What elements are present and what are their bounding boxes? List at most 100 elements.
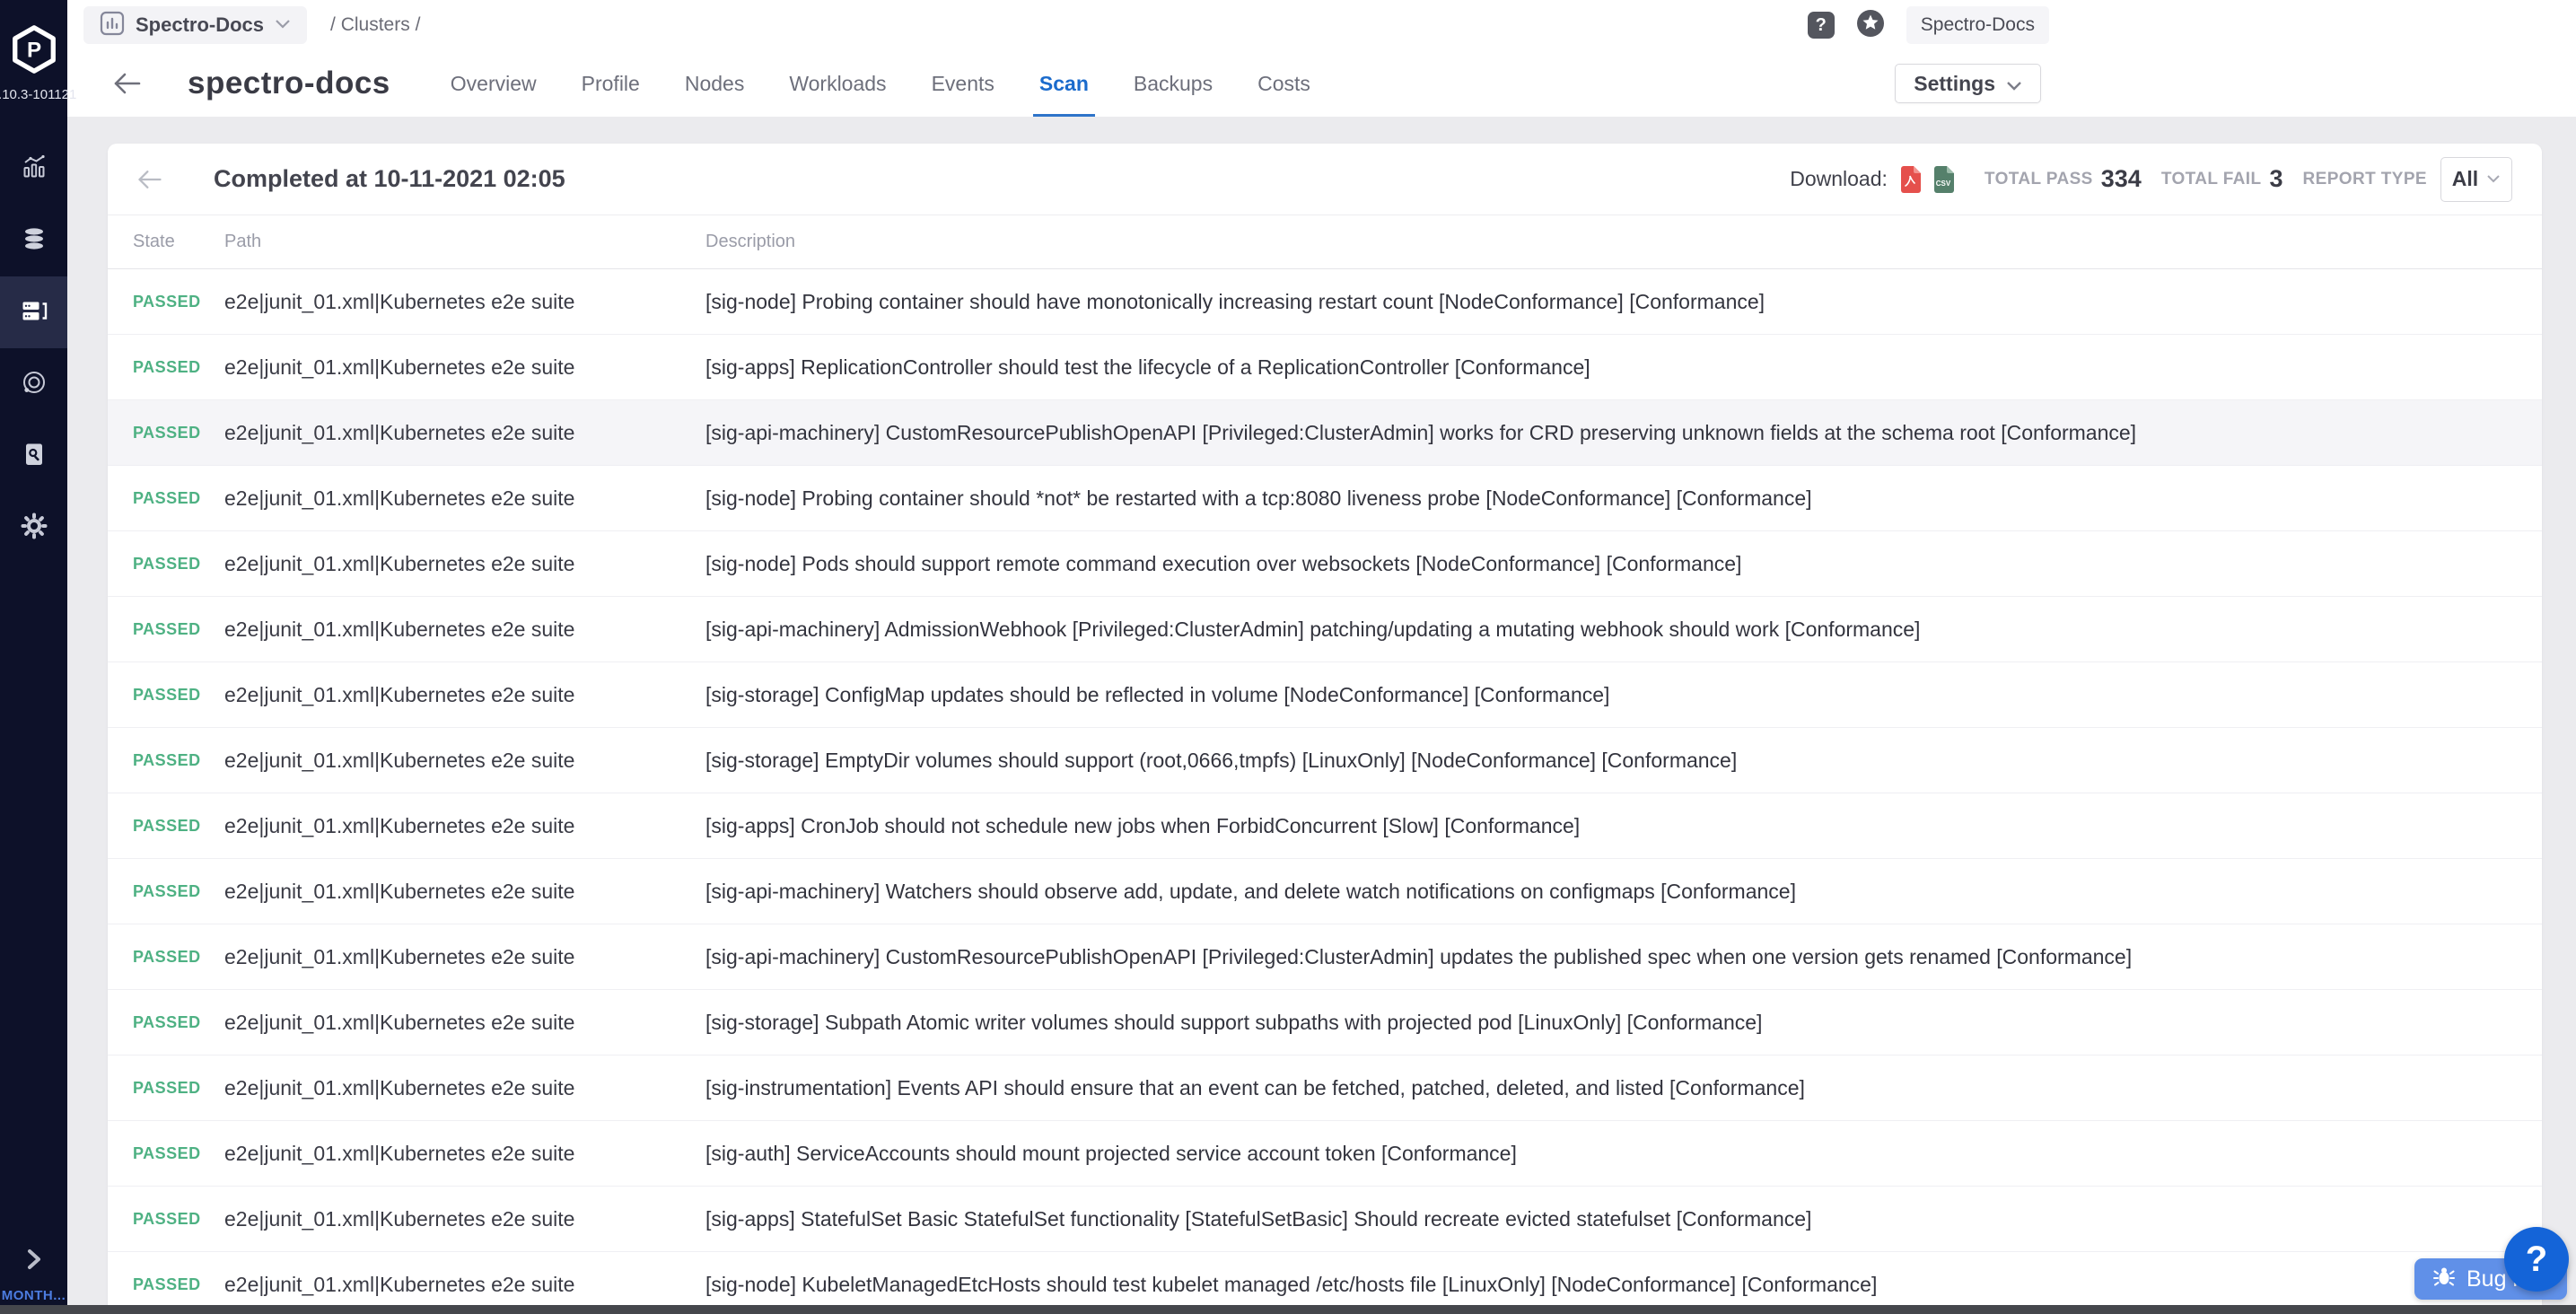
table-row[interactable]: PASSED e2e|junit_01.xml|Kubernetes e2e s…	[108, 335, 2542, 400]
description-cell: [sig-node] Probing container should *not…	[705, 486, 2542, 511]
download-label: Download:	[1790, 167, 1888, 191]
table-row[interactable]: PASSED e2e|junit_01.xml|Kubernetes e2e s…	[108, 728, 2542, 793]
sidebar-expand-chevron-icon[interactable]	[0, 1248, 67, 1275]
orbit-icon	[21, 369, 48, 400]
sidebar-item-profiles[interactable]	[0, 205, 67, 276]
sidebar: P 1.10.3-101121	[0, 0, 67, 1314]
col-state: State	[133, 232, 224, 252]
path-cell: e2e|junit_01.xml|Kubernetes e2e suite	[224, 290, 705, 314]
sidebar-item-workspaces[interactable]	[0, 348, 67, 420]
table-row[interactable]: PASSED e2e|junit_01.xml|Kubernetes e2e s…	[108, 400, 2542, 466]
back-arrow-icon[interactable]	[112, 72, 143, 95]
tab-nodes[interactable]: Nodes	[662, 50, 767, 117]
download-csv-icon[interactable]: CSV	[1932, 165, 1955, 194]
tab-costs[interactable]: Costs	[1235, 50, 1333, 117]
table-row[interactable]: PASSED e2e|junit_01.xml|Kubernetes e2e s…	[108, 466, 2542, 531]
help-icon[interactable]: ?	[1808, 12, 1835, 39]
version-label: 1.10.3-101121	[0, 87, 76, 102]
description-cell: [sig-apps] StatefulSet Basic StatefulSet…	[705, 1207, 2542, 1231]
path-cell: e2e|junit_01.xml|Kubernetes e2e suite	[224, 355, 705, 380]
chevron-down-icon	[2486, 171, 2501, 188]
bug-icon	[2432, 1265, 2456, 1294]
status-badge: PASSED	[133, 817, 224, 836]
tab-workloads[interactable]: Workloads	[767, 50, 908, 117]
description-cell: [sig-node] KubeletManagedEtcHosts should…	[705, 1273, 2542, 1297]
settings-button[interactable]: Settings	[1895, 64, 2041, 103]
main-area: Spectro-Docs / Clusters / ? Spectro-Docs	[67, 0, 2576, 1314]
table-row[interactable]: PASSED e2e|junit_01.xml|Kubernetes e2e s…	[108, 859, 2542, 924]
status-badge: PASSED	[133, 1079, 224, 1098]
status-badge: PASSED	[133, 620, 224, 639]
path-cell: e2e|junit_01.xml|Kubernetes e2e suite	[224, 683, 705, 707]
path-cell: e2e|junit_01.xml|Kubernetes e2e suite	[224, 1207, 705, 1231]
sidebar-item-dashboard[interactable]	[0, 133, 67, 205]
path-cell: e2e|junit_01.xml|Kubernetes e2e suite	[224, 1076, 705, 1100]
description-cell: [sig-api-machinery] CustomResourcePublis…	[705, 945, 2542, 969]
project-chart-icon	[100, 11, 125, 40]
table-row[interactable]: PASSED e2e|junit_01.xml|Kubernetes e2e s…	[108, 531, 2542, 597]
path-cell: e2e|junit_01.xml|Kubernetes e2e suite	[224, 486, 705, 511]
description-cell: [sig-storage] ConfigMap updates should b…	[705, 683, 2542, 707]
table-row[interactable]: PASSED e2e|junit_01.xml|Kubernetes e2e s…	[108, 1187, 2542, 1252]
report-type-label: REPORT TYPE	[2303, 170, 2427, 189]
project-star-icon[interactable]	[1856, 9, 1885, 42]
sidebar-item-audit[interactable]	[0, 420, 67, 492]
col-path: Path	[224, 232, 705, 252]
status-badge: PASSED	[133, 882, 224, 901]
svg-text:P: P	[26, 39, 40, 63]
scan-table-body: PASSED e2e|junit_01.xml|Kubernetes e2e s…	[108, 269, 2542, 1314]
sidebar-item-settings[interactable]	[0, 492, 67, 564]
status-badge: PASSED	[133, 751, 224, 770]
tab-backups[interactable]: Backups	[1111, 50, 1235, 117]
project-switcher[interactable]: Spectro-Docs	[83, 6, 307, 44]
project-switcher-label: Spectro-Docs	[136, 13, 264, 37]
tab-overview[interactable]: Overview	[428, 50, 559, 117]
description-cell: [sig-auth] ServiceAccounts should mount …	[705, 1142, 2542, 1166]
table-header-row: State Path Description	[108, 215, 2542, 269]
description-cell: [sig-api-machinery] AdmissionWebhook [Pr…	[705, 618, 2542, 642]
tab-events[interactable]: Events	[909, 50, 1017, 117]
bottom-scrollbar-strip[interactable]	[0, 1305, 2576, 1314]
table-row[interactable]: PASSED e2e|junit_01.xml|Kubernetes e2e s…	[108, 597, 2542, 662]
description-cell: [sig-storage] EmptyDir volumes should su…	[705, 749, 2542, 773]
layers-icon	[21, 225, 48, 257]
path-cell: e2e|junit_01.xml|Kubernetes e2e suite	[224, 618, 705, 642]
total-fail-value: 3	[2269, 165, 2282, 193]
chevron-down-icon	[275, 17, 291, 33]
description-cell: [sig-node] Pods should support remote co…	[705, 552, 2542, 576]
audit-doc-search-icon	[21, 441, 48, 472]
gear-icon	[21, 512, 48, 544]
table-row[interactable]: PASSED e2e|junit_01.xml|Kubernetes e2e s…	[108, 793, 2542, 859]
status-badge: PASSED	[133, 424, 224, 442]
status-badge: PASSED	[133, 358, 224, 377]
table-row[interactable]: PASSED e2e|junit_01.xml|Kubernetes e2e s…	[108, 662, 2542, 728]
col-description: Description	[705, 232, 2542, 252]
description-cell: [sig-instrumentation] Events API should …	[705, 1076, 2542, 1100]
help-bubble-button[interactable]: ?	[2504, 1227, 2569, 1292]
path-cell: e2e|junit_01.xml|Kubernetes e2e suite	[224, 945, 705, 969]
sidebar-item-clusters[interactable]	[0, 276, 67, 348]
topbar: Spectro-Docs / Clusters / ? Spectro-Docs	[67, 0, 2576, 50]
path-cell: e2e|junit_01.xml|Kubernetes e2e suite	[224, 880, 705, 904]
status-badge: PASSED	[133, 293, 224, 311]
sidebar-nav	[0, 133, 67, 564]
total-pass-label: TOTAL PASS	[1985, 170, 2093, 189]
table-row[interactable]: PASSED e2e|junit_01.xml|Kubernetes e2e s…	[108, 990, 2542, 1056]
scan-back-arrow-icon[interactable]	[136, 169, 163, 190]
total-pass-value: 334	[2101, 165, 2142, 193]
report-type-select[interactable]: All	[2440, 157, 2512, 202]
description-cell: [sig-api-machinery] CustomResourcePublis…	[705, 421, 2542, 445]
status-badge: PASSED	[133, 686, 224, 705]
tab-profile[interactable]: Profile	[559, 50, 662, 117]
table-row[interactable]: PASSED e2e|junit_01.xml|Kubernetes e2e s…	[108, 1056, 2542, 1121]
scan-completed-label: Completed at 10-11-2021 02:05	[214, 165, 565, 193]
table-row[interactable]: PASSED e2e|junit_01.xml|Kubernetes e2e s…	[108, 924, 2542, 990]
tab-scan[interactable]: Scan	[1017, 50, 1111, 117]
description-cell: [sig-storage] Subpath Atomic writer volu…	[705, 1011, 2542, 1035]
table-row[interactable]: PASSED e2e|junit_01.xml|Kubernetes e2e s…	[108, 269, 2542, 335]
table-row[interactable]: PASSED e2e|junit_01.xml|Kubernetes e2e s…	[108, 1121, 2542, 1187]
download-pdf-icon[interactable]	[1898, 165, 1922, 194]
svg-text:CSV: CSV	[1936, 180, 1951, 188]
status-badge: PASSED	[133, 555, 224, 574]
month-link[interactable]: MONTH...	[0, 1288, 67, 1303]
